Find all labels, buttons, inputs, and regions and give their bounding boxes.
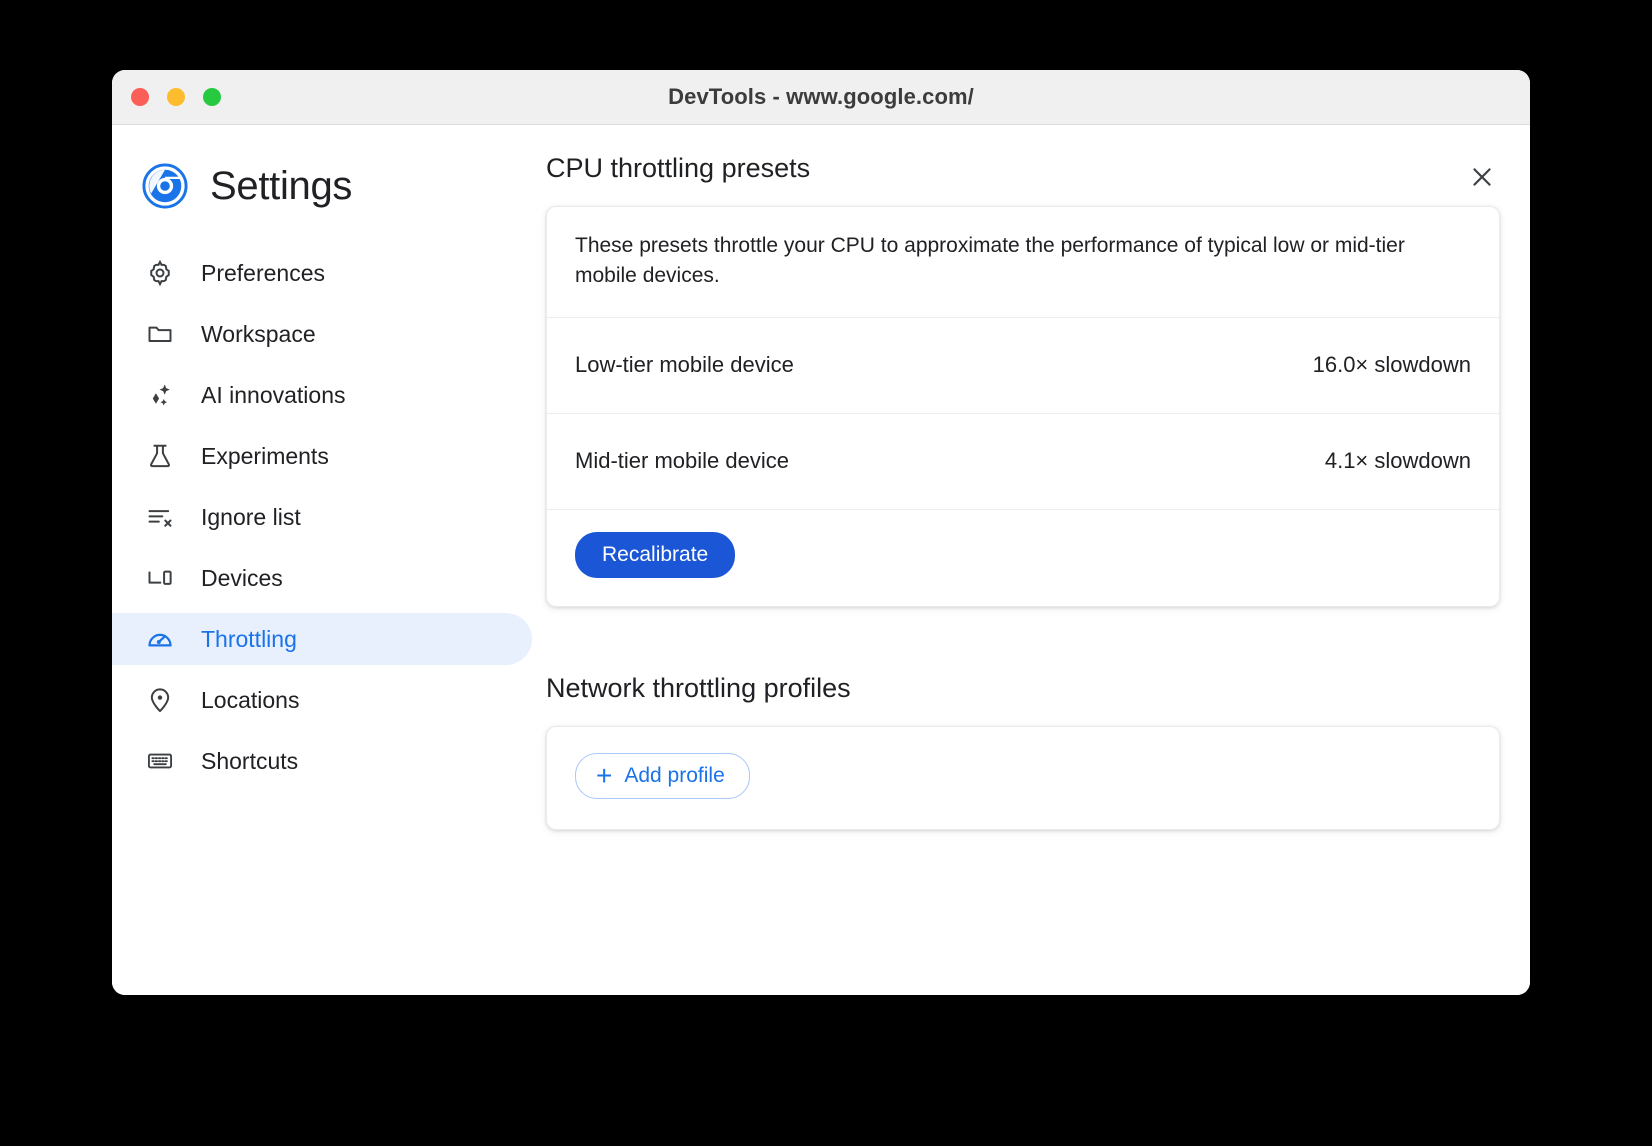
speedometer-icon	[145, 624, 175, 654]
preset-name: Mid-tier mobile device	[575, 448, 789, 474]
map-pin-icon	[145, 685, 175, 715]
settings-nav: Preferences Workspace	[112, 247, 532, 796]
sidebar-item-experiments[interactable]: Experiments	[112, 430, 532, 482]
close-icon	[1469, 164, 1495, 190]
preset-row[interactable]: Low-tier mobile device 16.0× slowdown	[547, 318, 1499, 414]
sidebar-item-label: Preferences	[201, 260, 325, 287]
network-card-actions: + Add profile	[547, 727, 1499, 829]
recalibrate-button[interactable]: Recalibrate	[575, 532, 735, 578]
gear-icon	[145, 258, 175, 288]
window-close-button[interactable]	[131, 88, 149, 106]
preset-name: Low-tier mobile device	[575, 352, 794, 378]
settings-sidebar: Settings Preferences	[112, 125, 532, 995]
sidebar-item-ai-innovations[interactable]: AI innovations	[112, 369, 532, 421]
devices-icon	[145, 563, 175, 593]
preset-row[interactable]: Mid-tier mobile device 4.1× slowdown	[547, 414, 1499, 510]
add-profile-button[interactable]: + Add profile	[575, 753, 750, 799]
list-x-icon	[145, 502, 175, 532]
section-spacer	[546, 607, 1500, 667]
window-maximize-button[interactable]	[203, 88, 221, 106]
window-title: DevTools - www.google.com/	[112, 84, 1530, 110]
devtools-window: DevTools - www.google.com/ Settings	[112, 70, 1530, 995]
sidebar-item-label: Ignore list	[201, 504, 301, 531]
sidebar-item-label: Throttling	[201, 626, 297, 653]
settings-brand: Settings	[112, 163, 532, 209]
sidebar-item-label: Locations	[201, 687, 299, 714]
sidebar-item-throttling[interactable]: Throttling	[112, 613, 532, 665]
window-minimize-button[interactable]	[167, 88, 185, 106]
sidebar-item-devices[interactable]: Devices	[112, 552, 532, 604]
preset-value: 16.0× slowdown	[1313, 352, 1471, 378]
chrome-logo-icon	[142, 163, 188, 209]
page-title: Settings	[210, 164, 352, 209]
flask-icon	[145, 441, 175, 471]
network-throttling-section-title: Network throttling profiles	[546, 673, 1500, 704]
keyboard-icon	[145, 746, 175, 776]
sidebar-item-preferences[interactable]: Preferences	[112, 247, 532, 299]
sidebar-item-label: Shortcuts	[201, 748, 298, 775]
settings-main-panel: CPU throttling presets These presets thr…	[532, 125, 1530, 995]
cpu-card-actions: Recalibrate	[547, 510, 1499, 606]
sidebar-item-ignore-list[interactable]: Ignore list	[112, 491, 532, 543]
add-profile-label: Add profile	[624, 764, 724, 788]
preset-value: 4.1× slowdown	[1325, 448, 1471, 474]
cpu-throttling-card: These presets throttle your CPU to appro…	[546, 206, 1500, 607]
sidebar-item-label: Devices	[201, 565, 283, 592]
sidebar-item-locations[interactable]: Locations	[112, 674, 532, 726]
close-settings-button[interactable]	[1464, 159, 1500, 195]
settings-dialog: Settings Preferences	[112, 125, 1530, 995]
cpu-throttling-description: These presets throttle your CPU to appro…	[547, 207, 1499, 318]
cpu-throttling-section-title: CPU throttling presets	[546, 153, 1500, 184]
sidebar-item-shortcuts[interactable]: Shortcuts	[112, 735, 532, 787]
sidebar-item-label: Experiments	[201, 443, 329, 470]
folder-icon	[145, 319, 175, 349]
sidebar-item-workspace[interactable]: Workspace	[112, 308, 532, 360]
sparkle-icon	[145, 380, 175, 410]
window-titlebar: DevTools - www.google.com/	[112, 70, 1530, 125]
sidebar-item-label: AI innovations	[201, 382, 345, 409]
traffic-lights	[131, 88, 221, 106]
plus-icon: +	[596, 762, 612, 790]
sidebar-item-label: Workspace	[201, 321, 316, 348]
network-throttling-card: + Add profile	[546, 726, 1500, 830]
